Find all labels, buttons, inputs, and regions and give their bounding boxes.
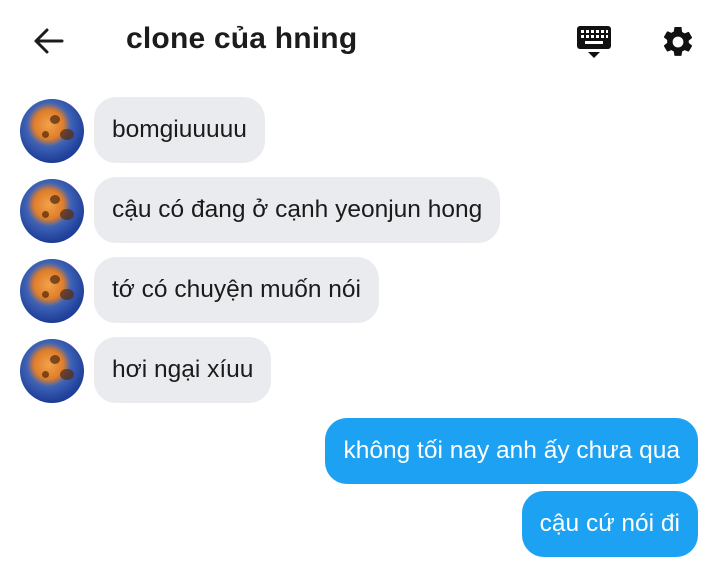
chat-header: clone của hning <box>0 0 720 82</box>
gear-icon <box>663 26 693 56</box>
outgoing-message-bubble[interactable]: cậu cứ nói đi <box>521 491 698 557</box>
avatar[interactable] <box>20 339 84 403</box>
outgoing-message-bubble[interactable]: không tối nay anh ấy chưa qua <box>325 418 698 484</box>
message-text: cậu có đang ở cạnh yeonjun hong <box>112 196 483 223</box>
settings-button[interactable] <box>658 22 698 62</box>
message-text: hơi ngại xíuu <box>112 356 254 383</box>
message-text: bomgiuuuuu <box>112 116 247 143</box>
keyboard-icon <box>577 26 611 58</box>
message-text: không tối nay anh ấy chưa qua <box>343 437 680 464</box>
keyboard-button[interactable] <box>574 22 614 62</box>
incoming-message-bubble[interactable]: bomgiuuuuu <box>94 97 265 163</box>
avatar[interactable] <box>20 99 84 163</box>
incoming-message-bubble[interactable]: hơi ngại xíuu <box>94 337 272 403</box>
message-text: tớ có chuyện muốn nói <box>112 276 361 303</box>
incoming-message-bubble[interactable]: cậu có đang ở cạnh yeonjun hong <box>94 177 501 243</box>
avatar[interactable] <box>20 259 84 323</box>
incoming-message-bubble[interactable]: tớ có chuyện muốn nói <box>94 257 379 323</box>
arrow-left-icon <box>34 28 64 54</box>
chat-screen: clone của hning bomgiuuuuu cậu có đang ở… <box>0 0 720 561</box>
avatar[interactable] <box>20 179 84 243</box>
back-button[interactable] <box>30 24 68 58</box>
chat-title: clone của hning <box>126 22 358 55</box>
message-text: cậu cứ nói đi <box>539 510 680 537</box>
